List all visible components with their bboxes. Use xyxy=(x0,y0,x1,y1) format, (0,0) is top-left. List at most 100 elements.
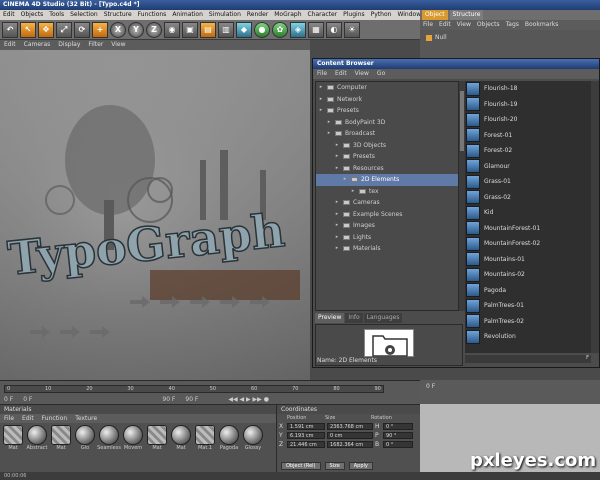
start-frame[interactable]: 0 F xyxy=(23,395,32,404)
material-swatch[interactable]: Mat.1 xyxy=(194,425,216,465)
size-field[interactable]: 1682.364 cm xyxy=(327,441,373,448)
list-item[interactable]: PalmTrees-02 xyxy=(465,314,591,330)
position-field[interactable]: 6.193 cm xyxy=(287,432,325,439)
move-icon[interactable]: ✥ xyxy=(38,21,54,38)
list-item[interactable]: Glamour xyxy=(465,159,591,175)
tree-item[interactable]: ▸ Lights xyxy=(316,232,458,244)
end-frame[interactable]: 90 F xyxy=(162,395,175,404)
tab-structure[interactable]: Structure xyxy=(449,10,484,20)
list-item[interactable]: MountainForest-02 xyxy=(465,236,591,252)
render-icon[interactable]: ▤ xyxy=(200,21,216,38)
tab-info[interactable]: Info xyxy=(345,313,363,323)
mat-menu-file[interactable]: File xyxy=(4,415,14,422)
menu-selection[interactable]: Selection xyxy=(70,11,98,18)
array-icon[interactable]: ✿ xyxy=(272,21,288,38)
expand-arrow-icon[interactable]: ▸ xyxy=(334,151,340,163)
tree-item[interactable]: ▸ tex xyxy=(316,186,458,198)
mat-menu-texture[interactable]: Texture xyxy=(75,415,97,422)
rotation-field[interactable]: 90 ° xyxy=(383,432,413,439)
coord-mode-dropdown[interactable]: Object (Rel) xyxy=(281,462,321,470)
tree-item[interactable]: ▸ Materials xyxy=(316,243,458,255)
scene-icon[interactable]: ▦ xyxy=(308,21,324,38)
list-item[interactable]: Pagoda xyxy=(465,283,591,299)
expand-arrow-icon[interactable]: ▸ xyxy=(350,186,356,198)
viewport[interactable]: TypoGraph xyxy=(0,50,310,380)
material-swatch[interactable]: Glossy xyxy=(242,425,264,465)
position-field[interactable]: 1.591 cm xyxy=(287,423,325,430)
live-select-icon[interactable]: ↖ xyxy=(20,21,36,38)
expand-arrow-icon[interactable]: ▸ xyxy=(334,232,340,244)
material-swatch[interactable]: Mat xyxy=(146,425,168,465)
menu-python[interactable]: Python xyxy=(371,11,392,18)
menu-render[interactable]: Render xyxy=(247,11,268,18)
deformer-icon[interactable]: ◈ xyxy=(290,21,306,38)
object-menu-bookmarks[interactable]: Bookmarks xyxy=(525,21,559,28)
tree-item[interactable]: ▸ Images xyxy=(316,220,458,232)
light-icon[interactable]: ☀ xyxy=(344,21,360,38)
cb-menu-go[interactable]: Go xyxy=(377,70,385,77)
menu-objects[interactable]: Objects xyxy=(21,11,44,18)
tab-object[interactable]: Object xyxy=(422,10,448,20)
menu-simulation[interactable]: Simulation xyxy=(209,11,241,18)
rotate-icon[interactable]: ⟳ xyxy=(74,21,90,38)
size-field[interactable]: 2363.768 cm xyxy=(327,423,373,430)
expand-arrow-icon[interactable]: ▸ xyxy=(334,243,340,255)
tab-languages[interactable]: Languages xyxy=(363,313,403,323)
camera-icon[interactable]: ◐ xyxy=(326,21,342,38)
list-scrollbar[interactable] xyxy=(591,81,599,353)
render-view-icon[interactable]: ▣ xyxy=(182,21,198,38)
tree-item[interactable]: ▸ Resources xyxy=(316,163,458,175)
list-item[interactable]: Mountains-02 xyxy=(465,267,591,283)
expand-arrow-icon[interactable]: ▸ xyxy=(326,128,332,140)
cb-menu-edit[interactable]: Edit xyxy=(335,70,347,77)
render-settings-icon[interactable]: ▥ xyxy=(218,21,234,38)
viewport-menu-cameras[interactable]: Cameras xyxy=(24,41,51,48)
cube-icon[interactable]: ◆ xyxy=(236,21,252,38)
list-item[interactable]: Kid xyxy=(465,205,591,221)
tree-scroll-thumb[interactable] xyxy=(460,91,464,151)
nurbs-icon[interactable]: ● xyxy=(254,21,270,38)
expand-arrow-icon[interactable]: ▸ xyxy=(334,163,340,175)
expand-arrow-icon[interactable]: ▸ xyxy=(334,209,340,221)
list-item[interactable]: MountainForest-01 xyxy=(465,221,591,237)
tree-item[interactable]: ▸ Broadcast xyxy=(316,128,458,140)
content-browser-list[interactable]: Flourish-18 Flourish-19 Flourish-20 Forest-… xyxy=(465,81,591,353)
material-swatch[interactable]: Mat xyxy=(170,425,192,465)
cb-menu-view[interactable]: View xyxy=(355,70,369,77)
mat-menu-function[interactable]: Function xyxy=(42,415,68,422)
coord-icon[interactable]: ◉ xyxy=(164,21,180,38)
zoom-slider[interactable]: F xyxy=(465,355,591,363)
list-item[interactable]: Mountains-01 xyxy=(465,252,591,268)
x-axis-icon[interactable]: X xyxy=(110,21,126,38)
expand-arrow-icon[interactable]: ▸ xyxy=(318,94,324,106)
max-frame[interactable]: 90 F xyxy=(185,395,198,404)
rotation-field[interactable]: 0 ° xyxy=(383,423,413,430)
z-axis-icon[interactable]: Z xyxy=(146,21,162,38)
material-swatch[interactable]: Pagoda xyxy=(218,425,240,465)
add-icon[interactable]: + xyxy=(92,21,108,38)
material-swatch[interactable]: Mat xyxy=(50,425,72,465)
list-item[interactable]: PalmTrees-01 xyxy=(465,298,591,314)
tab-preview[interactable]: Preview xyxy=(315,313,345,323)
menu-edit[interactable]: Edit xyxy=(3,11,15,18)
viewport-menu-edit[interactable]: Edit xyxy=(4,41,16,48)
viewport-menu-display[interactable]: Display xyxy=(58,41,80,48)
menu-mograph[interactable]: MoGraph xyxy=(274,11,301,18)
tree-item[interactable]: ▸ 2D Elements xyxy=(316,174,458,186)
tree-item[interactable]: ▸ Example Scenes xyxy=(316,209,458,221)
current-frame[interactable]: 0 F xyxy=(4,395,13,404)
expand-arrow-icon[interactable]: ▸ xyxy=(342,174,348,186)
menu-plugins[interactable]: Plugins xyxy=(343,11,365,18)
size-mode-dropdown[interactable]: Size xyxy=(324,462,345,470)
menu-animation[interactable]: Animation xyxy=(172,11,203,18)
rotation-field[interactable]: 0 ° xyxy=(383,441,413,448)
expand-arrow-icon[interactable]: ▸ xyxy=(334,197,340,209)
cb-menu-file[interactable]: File xyxy=(317,70,327,77)
undo-icon[interactable]: ↶ xyxy=(2,21,18,38)
material-swatch[interactable]: Movem xyxy=(122,425,144,465)
play-controls-icon[interactable]: ◀◀ ◀ ▶ ▶▶ ● xyxy=(228,395,269,404)
scale-icon[interactable]: ⤢ xyxy=(56,21,72,38)
list-item[interactable]: Grass-02 xyxy=(465,190,591,206)
tree-item[interactable]: ▸ Cameras xyxy=(316,197,458,209)
position-field[interactable]: 21.446 cm xyxy=(287,441,325,448)
